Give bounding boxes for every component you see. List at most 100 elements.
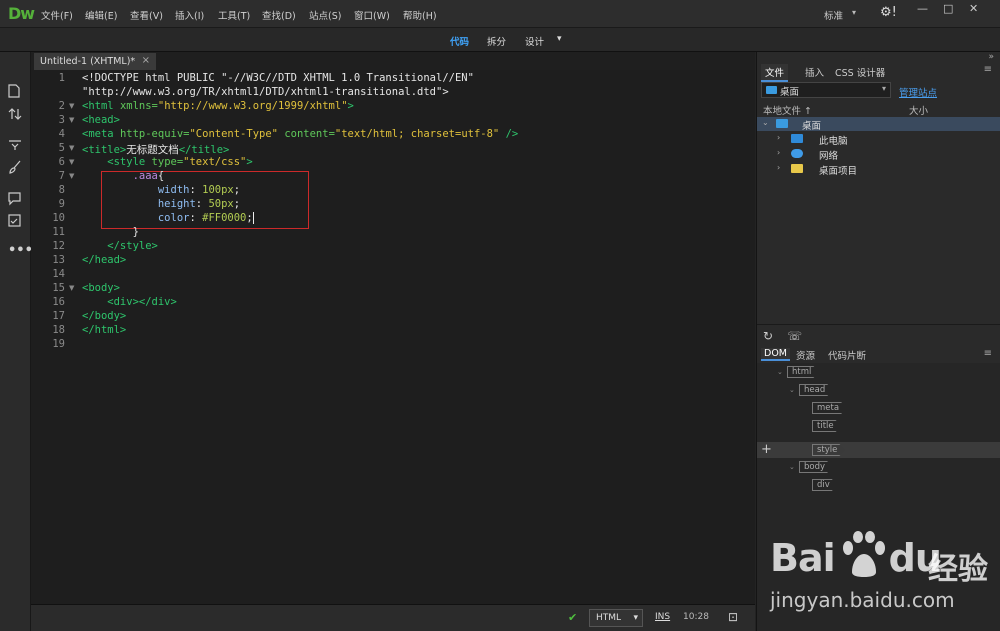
column-size[interactable]: 大小 (909, 103, 928, 117)
dom-tag: title (812, 420, 842, 432)
tab-css-designer[interactable]: CSS 设计器 (831, 64, 889, 80)
line-number: 17 (52, 310, 65, 322)
close-icon[interactable]: × (142, 55, 150, 66)
document-tab[interactable]: Untitled-1 (XHTML)* × (34, 53, 156, 70)
tree-item-desktop-items[interactable]: › 桌面项目 (757, 162, 1000, 177)
maximize-icon[interactable]: □ (943, 2, 953, 15)
expand-icon[interactable] (8, 139, 22, 155)
tree-item-this-pc[interactable]: › 此电脑 (757, 132, 1000, 147)
fold-arrow-icon[interactable]: ▼ (69, 144, 74, 152)
view-split-button[interactable]: 拆分 (487, 34, 506, 48)
fold-arrow-icon[interactable]: ▼ (69, 102, 74, 110)
text-cursor (252, 212, 254, 224)
panel-menu-icon[interactable]: ≡ (984, 348, 992, 359)
baidu-jingyan-watermark: Bai du 经验 jingyan.baidu.com (770, 530, 1000, 630)
menu-site[interactable]: 站点(S) (309, 8, 341, 22)
site-select[interactable]: 桌面 ▾ (761, 82, 891, 98)
site-select-value: 桌面 (780, 87, 800, 98)
line-number: 8 (58, 184, 65, 196)
refresh-icon[interactable]: ↻ (763, 329, 773, 343)
chevron-down-icon[interactable]: ⌄ (762, 118, 769, 127)
tab-files[interactable]: 文件 (761, 64, 789, 82)
line-number: 3 (58, 114, 65, 126)
fold-arrow-icon[interactable]: ▼ (69, 158, 74, 166)
line-number: 16 (52, 296, 65, 308)
fold-arrow-icon[interactable]: ▼ (69, 116, 74, 124)
watermark-url: jingyan.baidu.com (770, 588, 955, 612)
panel-menu-icon[interactable]: ≡ (984, 64, 992, 75)
tree-item-desktop[interactable]: ⌄ 桌面 (757, 117, 1000, 132)
new-document-icon[interactable] (8, 84, 20, 102)
files-column-header: 本地文件 ↑ 大小 (757, 102, 1000, 117)
chevron-right-icon[interactable]: › (777, 133, 780, 142)
tab-insert[interactable]: 插入 (801, 64, 828, 80)
fold-arrow-icon[interactable]: ▼ (69, 284, 74, 292)
code-line: <div></div> (82, 296, 177, 308)
menu-insert[interactable]: 插入(I) (175, 8, 204, 22)
validate-icon[interactable] (8, 214, 22, 232)
dom-tag: style (812, 444, 845, 456)
column-local-files[interactable]: 本地文件 ↑ (763, 103, 812, 117)
menu-file[interactable]: 文件(F) (41, 8, 73, 22)
preview-icon[interactable]: ⊡ (728, 610, 738, 624)
line-number: 18 (52, 324, 65, 336)
tab-assets[interactable]: 资源 (793, 348, 818, 362)
chevron-right-icon[interactable]: › (777, 163, 780, 172)
code-line: </style> (82, 240, 158, 252)
code-line: .aaa{ (82, 170, 165, 182)
language-select[interactable]: HTML ▾ (589, 609, 643, 627)
view-design-button[interactable]: 设计 (525, 34, 544, 48)
menu-find[interactable]: 查找(D) (262, 8, 296, 22)
plus-icon[interactable]: + (761, 442, 772, 457)
connect-icon[interactable]: ☏ (787, 329, 802, 343)
brush-icon[interactable] (8, 160, 22, 178)
tree-item-label: 桌面项目 (819, 166, 858, 177)
code-line: </html> (82, 324, 127, 336)
insert-mode[interactable]: INS (655, 612, 670, 622)
dom-tag: div (812, 479, 838, 491)
code-line: width: 100px; (82, 184, 241, 196)
close-icon[interactable]: ✕ (969, 2, 978, 15)
minimize-icon[interactable]: — (917, 2, 928, 15)
dom-tag: meta (812, 402, 847, 414)
language-label: HTML (596, 613, 622, 623)
tree-item-network[interactable]: › 网络 (757, 147, 1000, 162)
line-number: 9 (58, 198, 65, 210)
computer-icon (791, 134, 803, 143)
code-editor[interactable]: 1 <!DOCTYPE html PUBLIC "-//W3C//DTD XHT… (31, 70, 755, 604)
line-number: 2 (58, 100, 65, 112)
tab-dom[interactable]: DOM (761, 348, 790, 361)
chevron-right-icon[interactable]: › (777, 148, 780, 157)
chevron-down-icon[interactable]: ⌄ (789, 463, 795, 471)
comment-icon[interactable] (8, 192, 22, 210)
menu-tools[interactable]: 工具(T) (218, 8, 250, 22)
fold-arrow-icon[interactable]: ▼ (69, 172, 74, 180)
line-number: 13 (52, 254, 65, 266)
menubar: Dw 文件(F) 编辑(E) 查看(V) 插入(I) 工具(T) 查找(D) 站… (0, 0, 1000, 28)
chevron-down-icon[interactable]: ⌄ (789, 386, 795, 394)
status-bar: ✔ HTML ▾ INS 10:28 ⊡ (31, 604, 755, 631)
chevron-down-icon[interactable]: ▾ (852, 8, 856, 17)
gear-icon[interactable]: ⚙! (880, 5, 897, 20)
line-number: 7 (58, 170, 65, 182)
code-line: <body> (82, 282, 120, 294)
document-tabbar: Untitled-1 (XHTML)* × (31, 52, 755, 70)
menu-edit[interactable]: 编辑(E) (85, 8, 117, 22)
line-number: 19 (52, 338, 65, 350)
menu-window[interactable]: 窗口(W) (354, 8, 390, 22)
menu-help[interactable]: 帮助(H) (403, 8, 437, 22)
line-number: 14 (52, 268, 65, 280)
dom-tag: html (787, 366, 819, 378)
left-toolbar: ••• (0, 52, 33, 631)
line-number: 12 (52, 240, 65, 252)
collapse-panel-icon[interactable]: » (988, 52, 994, 62)
sort-icon[interactable] (8, 107, 22, 125)
more-icon[interactable]: ••• (8, 244, 33, 258)
chevron-down-icon[interactable]: ▾ (557, 34, 562, 44)
tab-snippets[interactable]: 代码片断 (825, 348, 869, 362)
view-code-button[interactable]: 代码 (450, 34, 469, 48)
chevron-down-icon[interactable]: ⌄ (777, 368, 783, 376)
manage-sites-link[interactable]: 管理站点 (899, 85, 937, 99)
workspace-switcher[interactable]: 标准 (824, 8, 843, 22)
menu-view[interactable]: 查看(V) (130, 8, 163, 22)
